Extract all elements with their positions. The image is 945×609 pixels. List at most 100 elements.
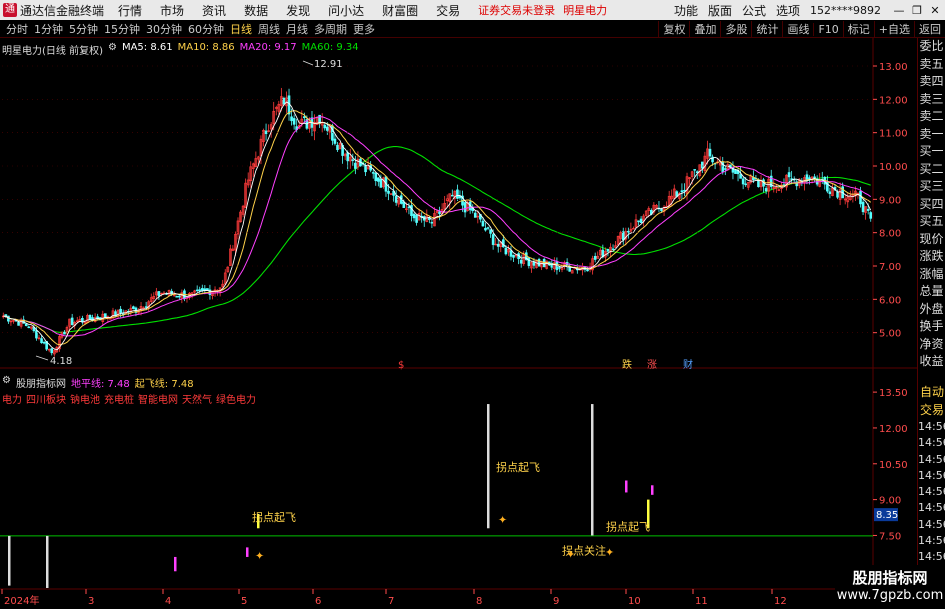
event-mark-icon: $ — [398, 360, 404, 371]
event-mark-icon: 跌 — [622, 358, 632, 371]
side-sell3: 卖三 — [919, 91, 944, 106]
tab-30min[interactable]: 30分钟 — [146, 21, 182, 37]
tab-weekly[interactable]: 周线 — [258, 21, 280, 37]
menu-item-jiaoyi[interactable]: 交易 — [436, 2, 460, 19]
date-tick-label: 5 — [241, 596, 247, 607]
menu-item-faxian[interactable]: 发现 — [286, 2, 310, 19]
price-tick-label: 12.00 — [879, 95, 908, 106]
side-trade[interactable]: 交易 — [918, 402, 945, 420]
concept-tag[interactable]: 绿色电力 — [216, 391, 256, 406]
butterfly-icon: ✦ — [498, 514, 507, 527]
menu-bar: 通 通达信金融终端 行情 市场 资讯 数据 发现 问小达 财富圈 交易 证券交易… — [0, 0, 945, 20]
restore-rights-button[interactable]: 复权 — [658, 21, 689, 37]
tab-60min[interactable]: 60分钟 — [188, 21, 224, 37]
add-watchlist-button[interactable]: +自选 — [873, 21, 914, 37]
price-tick-label: 10.00 — [879, 162, 908, 173]
settings-icon[interactable]: ⚙ — [108, 42, 117, 57]
indicator-current-value: 8.35 — [876, 510, 898, 521]
indicator-settings-icon[interactable]: ⚙ — [2, 375, 11, 390]
f10-button[interactable]: F10 — [813, 22, 842, 36]
login-status[interactable]: 证券交易未登录 — [478, 2, 555, 18]
kline-chart[interactable]: 13.00 12.00 11.00 10.00 9.00 8.00 7.00 6.00 5.00… — [0, 38, 917, 609]
maximize-icon[interactable]: ❐ — [909, 4, 925, 17]
tab-daily[interactable]: 日线 — [230, 21, 252, 37]
menu-item-xuanxiang[interactable]: 选项 — [776, 2, 800, 19]
multi-stock-button[interactable]: 多股 — [720, 21, 751, 37]
menu-item-wenxiaoda[interactable]: 问小达 — [328, 2, 364, 19]
concept-tag[interactable]: 充电桩 — [104, 391, 134, 406]
candle-body — [519, 259, 523, 264]
period-toolbar: 分时 1分钟 5分钟 15分钟 30分钟 60分钟 日线 周线 月线 多周期 更… — [0, 20, 945, 38]
menu-item-shuju[interactable]: 数据 — [244, 2, 268, 19]
candle-body — [463, 202, 467, 213]
menu-item-gongshi[interactable]: 公式 — [742, 2, 766, 19]
signal-bar — [625, 480, 628, 493]
ma-legend: 明星电力(日线 前复权) ⚙ MA5: 8.61 MA10: 8.86 MA20… — [2, 42, 359, 57]
candle-body — [371, 172, 375, 174]
candle-body — [24, 323, 28, 327]
menu-item-zixun[interactable]: 资讯 — [202, 2, 226, 19]
watermark: 股朋指标网 www.7gpzb.com — [835, 565, 945, 609]
candle-body — [693, 169, 697, 171]
tab-5min[interactable]: 5分钟 — [69, 21, 98, 37]
tab-fenshi[interactable]: 分时 — [6, 21, 28, 37]
overlay-button[interactable]: 叠加 — [689, 21, 720, 37]
candle-body — [175, 296, 179, 298]
trade-time: 14:56 — [918, 485, 945, 499]
candle-body — [264, 130, 268, 135]
concept-tag[interactable]: 天然气 — [182, 391, 212, 406]
candle-body — [27, 326, 31, 329]
concept-tag[interactable]: 智能电网 — [138, 391, 178, 406]
minimize-icon[interactable]: — — [891, 4, 907, 17]
side-net-asset: 净资 — [919, 336, 944, 351]
date-tick-label: 7 — [388, 596, 394, 607]
indicator-tick-label: 13.50 — [879, 388, 908, 399]
concept-tags: 电力 四川板块 钠电池 充电桩 智能电网 天然气 绿色电力 — [2, 391, 256, 406]
concept-tag[interactable]: 电力 — [2, 391, 22, 406]
menu-item-gongneng[interactable]: 功能 — [674, 2, 698, 19]
user-account[interactable]: 152****9892 — [810, 4, 881, 17]
menu-item-caifuquan[interactable]: 财富圈 — [382, 2, 418, 19]
candle-body — [63, 331, 66, 335]
candle-body — [861, 201, 865, 213]
candle-body — [200, 288, 204, 291]
candle-body — [198, 289, 202, 291]
concept-tag[interactable]: 四川板块 — [26, 391, 66, 406]
tab-monthly[interactable]: 月线 — [286, 21, 308, 37]
chart-title[interactable]: 明星电力(日线 前复权) — [2, 42, 103, 57]
menu-item-banmian[interactable]: 版面 — [708, 2, 732, 19]
candle-body — [683, 189, 686, 192]
side-change: 涨跌 — [919, 249, 944, 263]
tab-1min[interactable]: 1分钟 — [34, 21, 63, 37]
signal-bar — [651, 485, 654, 495]
side-buy2: 买二 — [919, 161, 944, 176]
candle-body — [415, 214, 418, 223]
statistics-button[interactable]: 统计 — [751, 21, 782, 37]
close-icon[interactable]: ✕ — [927, 4, 943, 17]
low-price-label: 4.18 — [50, 356, 72, 367]
menu-item-shichang[interactable]: 市场 — [160, 2, 184, 19]
butterfly-icon: ✦ — [255, 549, 264, 562]
indicator-name[interactable]: 股朋指标网 — [16, 375, 66, 390]
indicator-tick-label: 9.00 — [879, 496, 901, 507]
candle-body — [787, 172, 791, 178]
candle-body — [346, 152, 350, 162]
mark-button[interactable]: 标记 — [842, 21, 874, 37]
ma60-label: MA60: 9.34 — [301, 42, 359, 53]
tab-more[interactable]: 更多 — [353, 21, 375, 37]
candle-body — [50, 348, 54, 354]
menu-item-hangqing[interactable]: 行情 — [118, 2, 142, 19]
candle-body — [593, 255, 597, 260]
quote-sidepanel: 委比 卖五 卖四 卖三 卖二 卖一 买一 买二 买三 买四 买五 现价 涨跌 涨… — [917, 38, 945, 609]
candle-body — [869, 212, 873, 219]
side-auto[interactable]: 自动 — [918, 384, 945, 402]
side-buy1: 买一 — [919, 144, 944, 158]
tab-multi-period[interactable]: 多周期 — [314, 21, 347, 37]
ma5-label: MA5: 8.61 — [121, 42, 173, 53]
draw-line-button[interactable]: 画线 — [782, 21, 813, 37]
candle-body — [734, 169, 737, 174]
back-button[interactable]: 返回 — [914, 21, 945, 37]
tab-15min[interactable]: 15分钟 — [104, 21, 140, 37]
candle-body — [558, 267, 561, 269]
concept-tag[interactable]: 钠电池 — [70, 391, 100, 406]
